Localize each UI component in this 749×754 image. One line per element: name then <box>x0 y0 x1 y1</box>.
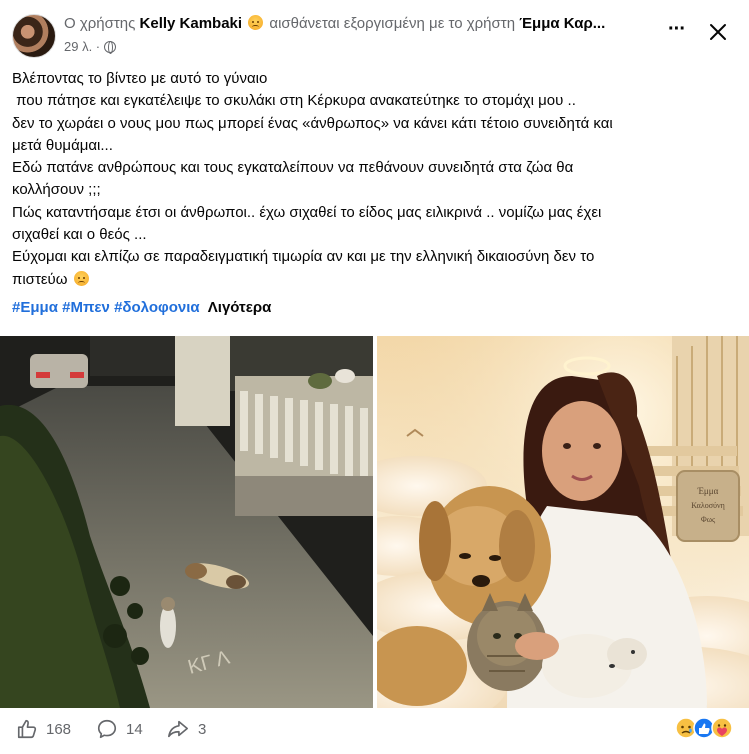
reaction-summary[interactable] <box>674 716 738 740</box>
post-line: μετά θυμάμαι... <box>12 136 113 154</box>
avatar[interactable] <box>12 14 56 58</box>
post-line: Εύχομαι και ελπίζω σε παραδειγματική τιμ… <box>12 248 595 266</box>
tribute-portrait-photo[interactable]: Έμμα Καλοσύνη Φως <box>377 336 749 708</box>
post-line: που πάτησε και εγκατέλειψε το σκυλάκι στ… <box>12 92 576 110</box>
tribute-portrait-image: Έμμα Καλοσύνη Φως <box>377 336 749 708</box>
see-less-link[interactable]: Λιγότερα <box>208 299 272 316</box>
comment-icon <box>97 719 117 739</box>
hashtag[interactable]: #Μπεν <box>62 299 110 316</box>
post-header-text: Ο χρήστης Kelly Kambaki αισθάνεται εξοργ… <box>64 15 664 32</box>
post-line: δεν το χωράει ο νους μου πως μπορεί ένας… <box>12 114 613 132</box>
post-line: Εδώ πατάνε ανθρώπους και τους εγκαταλείπ… <box>12 159 574 177</box>
street-scene-image: ΚΓ Λ <box>0 336 373 708</box>
memorial-line: Έμμα <box>697 486 719 496</box>
sad-reaction-icon <box>675 717 697 739</box>
more-options-icon[interactable]: ··· <box>668 19 690 42</box>
author-name[interactable]: Kelly Kambaki <box>140 15 243 32</box>
post-header: Ο χρήστης Kelly Kambaki αισθάνεται εξοργ… <box>0 0 749 62</box>
disappointed-face-icon <box>73 270 89 286</box>
header-prefix: Ο χρήστης <box>64 15 136 32</box>
post-line: σιχαθεί και ο θεός ... <box>12 226 147 244</box>
close-icon[interactable] <box>706 20 730 44</box>
post-line: κολλήσουν ;;; <box>12 181 101 199</box>
share-button[interactable]: 3 <box>166 718 206 740</box>
share-arrow-icon <box>168 720 188 738</box>
tagged-user-name[interactable]: Έμμα Καρ... <box>519 15 605 32</box>
like-reaction-icon <box>693 717 715 739</box>
like-thumb-icon <box>17 719 37 739</box>
post-timestamp: 29 λ. · <box>64 39 117 54</box>
post-line-last: πιστεύω <box>12 269 737 291</box>
memorial-line: Φως <box>701 515 716 524</box>
angry-face-icon <box>248 15 264 30</box>
timestamp-text[interactable]: 29 λ. · <box>64 39 100 54</box>
street-video-photo[interactable]: ΚΓ Λ <box>0 336 373 708</box>
care-reaction-icon <box>711 717 733 739</box>
post-body: Βλέποντας το βίντεο με αυτό το γύναιο πο… <box>12 68 737 291</box>
share-count: 3 <box>198 720 207 738</box>
post-actions: 168 14 3 <box>0 708 749 754</box>
comment-count: 14 <box>126 720 143 738</box>
post-line: Βλέποντας το βίντεο με αυτό το γύναιο <box>12 70 268 87</box>
like-count: 168 <box>46 720 72 738</box>
comment-button[interactable]: 14 <box>96 718 143 740</box>
globe-icon <box>104 40 117 54</box>
hashtags: #Εμμα #Μπεν #δολοφονια Λιγότερα <box>12 297 271 319</box>
hashtag[interactable]: #Εμμα <box>12 299 58 316</box>
post-line: Πώς καταντήσαμε έτσι οι άνθρωποι.. έχω σ… <box>12 203 602 221</box>
like-button[interactable]: 168 <box>16 718 71 740</box>
memorial-line: Καλοσύνη <box>691 501 725 510</box>
feeling-text: αισθάνεται εξοργισμένη με το χρήστη <box>269 15 516 32</box>
hashtag[interactable]: #δολοφονια <box>114 299 200 316</box>
